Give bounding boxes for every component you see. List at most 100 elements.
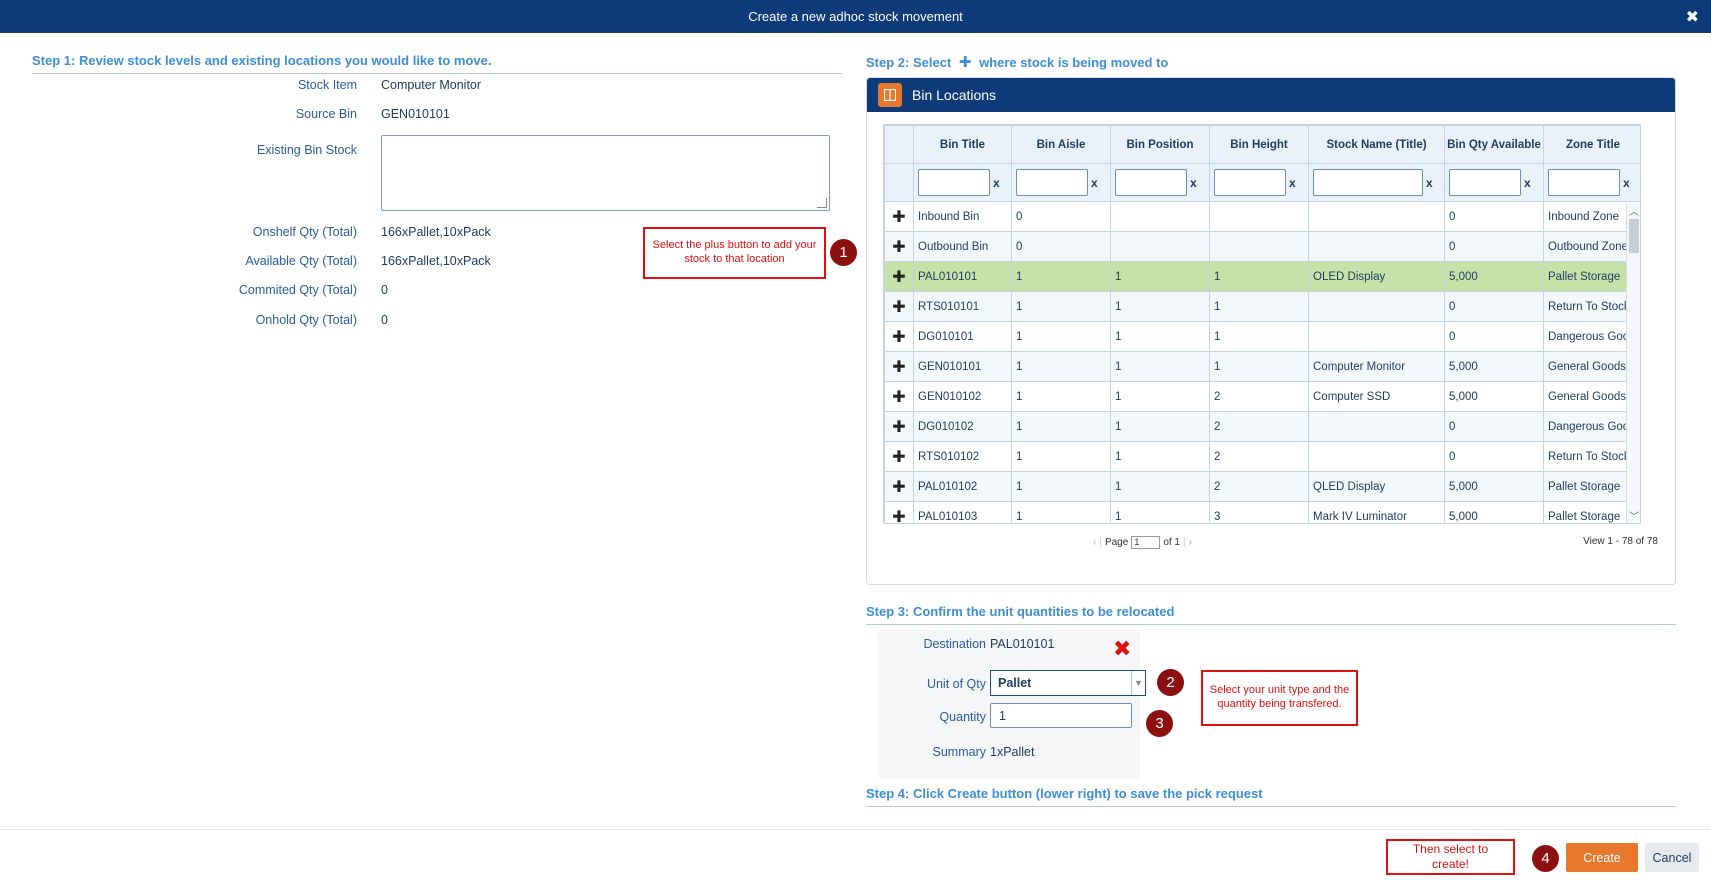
table-cell: 2 [1209, 441, 1309, 472]
clear-destination-icon[interactable]: ✖ [1113, 636, 1131, 662]
window-titlebar: Create a new adhoc stock movement ✖ [0, 0, 1711, 33]
table-cell [1209, 201, 1309, 232]
step3-heading: Step 3: Confirm the unit quantities to b… [866, 604, 1676, 625]
add-location-plus-icon[interactable]: ✚ [884, 381, 914, 412]
filter-input[interactable] [1548, 169, 1620, 196]
step-badge-2: 2 [1157, 669, 1184, 696]
table-row[interactable]: ✚ DG010101 1 1 1 0 Dangerous Goods [884, 321, 1640, 352]
stock-item-label: Stock Item [297, 78, 357, 92]
column-header[interactable]: Bin Title [913, 125, 1012, 164]
table-cell: GEN010102 [913, 381, 1012, 412]
table-row[interactable]: ✚ PAL010103 1 1 3 Mark IV Luminator 5,000 Palle… [884, 501, 1640, 523]
table-cell: 1 [1209, 351, 1309, 382]
table-row[interactable]: ✚ Inbound Bin 0 0 Inbound Zone [884, 201, 1640, 232]
table-cell: 1 [1011, 501, 1111, 523]
filter-clear-button[interactable]: x [1190, 176, 1197, 190]
filter-input[interactable] [1115, 169, 1187, 196]
table-cell [1209, 231, 1309, 262]
table-row[interactable]: ✚ GEN010101 1 1 1 Computer Monitor 5,000 Genera… [884, 351, 1640, 382]
column-header[interactable]: Stock Name (Title) [1308, 125, 1445, 164]
filter-clear-button[interactable]: x [1524, 176, 1531, 190]
scroll-down-icon[interactable]: ﹀ [1627, 508, 1640, 523]
next-page-icon[interactable]: › [1189, 537, 1192, 548]
table-row[interactable]: ✚ PAL010101 1 1 1 OLED Display 5,000 Pallet Sto… [884, 261, 1640, 292]
filter-input[interactable] [1449, 169, 1521, 196]
table-row[interactable]: ✚ RTS010102 1 1 2 0 Return To Stock [884, 441, 1640, 472]
add-location-plus-icon[interactable]: ✚ [884, 441, 914, 472]
filter-input[interactable] [918, 169, 990, 196]
bin-locations-header: Bin Locations [867, 78, 1675, 112]
table-cell: 2 [1209, 411, 1309, 442]
unit-of-qty-value: Pallet [998, 676, 1032, 690]
table-cell: 0 [1444, 291, 1544, 322]
filter-clear-button[interactable]: x [1091, 176, 1098, 190]
filter-clear-button[interactable]: x [1426, 176, 1433, 190]
prev-page-icon[interactable]: ‹ [1093, 537, 1096, 548]
filter-clear-button[interactable]: x [1623, 176, 1630, 190]
add-location-plus-icon[interactable]: ✚ [884, 501, 914, 523]
plus-icon: ✚ [958, 54, 972, 71]
filter-input[interactable] [1214, 169, 1286, 196]
table-row[interactable]: ✚ GEN010102 1 1 2 Computer SSD 5,000 General Go… [884, 381, 1640, 412]
column-header[interactable]: Bin Height [1209, 125, 1309, 164]
unit-of-qty-select[interactable]: Pallet ▼ [990, 670, 1146, 696]
table-row[interactable]: ✚ RTS010101 1 1 1 0 Return To Stock [884, 291, 1640, 322]
table-cell: 1 [1110, 291, 1210, 322]
add-location-plus-icon[interactable]: ✚ [884, 261, 914, 292]
table-cell [1308, 321, 1445, 352]
table-cell: Computer Monitor [1308, 351, 1445, 382]
table-cell: DG010102 [913, 411, 1012, 442]
filter-input[interactable] [1313, 169, 1423, 196]
callout-plus-instruction: Select the plus button to add your stock… [643, 227, 826, 279]
add-location-plus-icon[interactable]: ✚ [884, 411, 914, 442]
table-cell: 0 [1011, 231, 1111, 262]
filter-clear-button[interactable]: x [993, 176, 1000, 190]
add-location-plus-icon[interactable]: ✚ [884, 471, 914, 502]
scroll-up-icon[interactable]: ︿ [1627, 203, 1640, 218]
quantity-input[interactable]: 1 [990, 703, 1132, 728]
table-cell: PAL010102 [913, 471, 1012, 502]
table-cell: 1 [1110, 411, 1210, 442]
column-header[interactable]: Bin Qty Available [1444, 125, 1544, 164]
resize-grip-icon[interactable] [817, 198, 827, 208]
table-cell: 0 [1444, 441, 1544, 472]
table-cell: 1 [1110, 321, 1210, 352]
page-input[interactable]: 1 [1131, 536, 1161, 549]
grid-scrollbar[interactable]: ︿ ﹀ [1626, 203, 1640, 523]
table-row[interactable]: ✚ DG010102 1 1 2 0 Dangerous Goods [884, 411, 1640, 442]
filter-clear-button[interactable]: x [1289, 176, 1296, 190]
table-cell: 1 [1110, 261, 1210, 292]
table-cell: Inbound Bin [913, 201, 1012, 232]
table-cell [1308, 231, 1445, 262]
add-location-plus-icon[interactable]: ✚ [884, 321, 914, 352]
table-row[interactable]: ✚ PAL010102 1 1 2 QLED Display 5,000 Pallet Sto… [884, 471, 1640, 502]
column-header[interactable]: Zone Title [1543, 125, 1640, 164]
columns-icon[interactable] [878, 83, 902, 107]
onshelf-qty-value: 166xPallet,10xPack [381, 225, 491, 239]
table-cell: 0 [1444, 231, 1544, 262]
filter-row: x x x x x x x [884, 163, 1640, 202]
cancel-button[interactable]: Cancel [1645, 843, 1699, 872]
table-cell: PAL010103 [913, 501, 1012, 523]
table-cell: 5,000 [1444, 471, 1544, 502]
column-header[interactable]: Bin Position [1110, 125, 1210, 164]
step1-heading: Step 1: Review stock levels and existing… [32, 53, 842, 74]
add-location-plus-icon[interactable]: ✚ [884, 201, 914, 232]
scroll-thumb[interactable] [1629, 219, 1639, 253]
column-header[interactable]: Bin Aisle [1011, 125, 1111, 164]
bin-locations-grid: Bin Title Bin Aisle Bin Position Bin Hei… [883, 124, 1641, 524]
table-cell: 1 [1011, 441, 1111, 472]
add-location-plus-icon[interactable]: ✚ [884, 351, 914, 382]
close-icon[interactable]: ✖ [1686, 7, 1699, 27]
add-location-plus-icon[interactable]: ✚ [884, 291, 914, 322]
existing-bin-stock-textarea[interactable] [381, 135, 830, 211]
onhold-qty-label: Onhold Qty (Total) [255, 313, 357, 327]
chevron-down-icon[interactable]: ▼ [1131, 671, 1145, 695]
table-cell: 2 [1209, 381, 1309, 412]
create-button[interactable]: Create [1566, 843, 1638, 872]
filter-input[interactable] [1016, 169, 1088, 196]
table-row[interactable]: ✚ Outbound Bin 0 0 Outbound Zone [884, 231, 1640, 262]
page-of-label: of 1 [1163, 537, 1180, 548]
table-cell: Outbound Bin [913, 231, 1012, 262]
add-location-plus-icon[interactable]: ✚ [884, 231, 914, 262]
